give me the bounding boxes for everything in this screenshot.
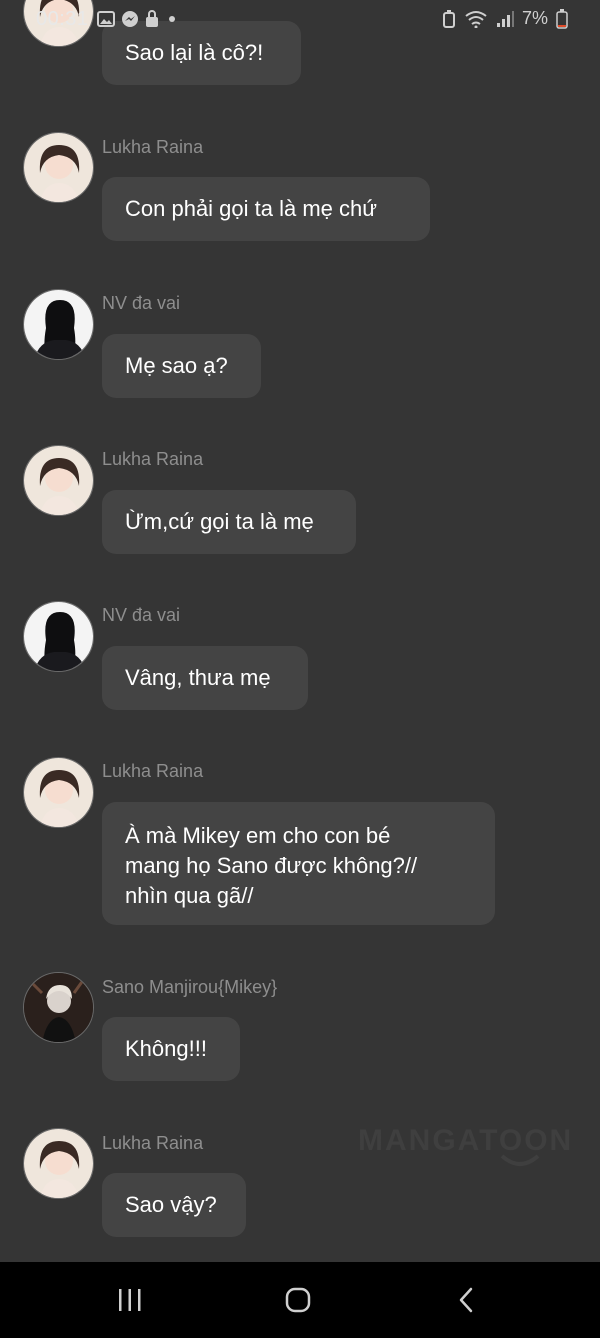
- sender-name: Sano Manjirou{Mikey}: [102, 977, 278, 997]
- back-button[interactable]: [446, 1284, 486, 1316]
- message-text-line: À mà Mikey em cho con bé: [125, 823, 391, 848]
- message-bubble[interactable]: Sao vậy?: [102, 1173, 246, 1237]
- notification-icons: [97, 10, 179, 28]
- wifi-icon: [465, 10, 487, 28]
- recent-apps-button[interactable]: [110, 1284, 150, 1316]
- girl-portrait-avatar[interactable]: [23, 132, 94, 203]
- watermark-logo: MANGATOON: [358, 1124, 574, 1157]
- dot-icon: [169, 16, 175, 22]
- message-bubble[interactable]: Ừm,cứ gọi ta là mẹ: [102, 490, 356, 554]
- sender-name: Lukha Raina: [102, 137, 204, 157]
- mikey-avatar[interactable]: [23, 972, 94, 1043]
- message-text: Con phải gọi ta là mẹ chứ: [125, 196, 377, 221]
- message-text: Vâng, thưa mẹ: [125, 665, 271, 690]
- recent-apps-icon: [119, 1289, 141, 1311]
- lock-icon: [146, 10, 158, 27]
- gallery-icon: [97, 11, 115, 27]
- girl-portrait-avatar[interactable]: [23, 757, 94, 828]
- message-text: Ừm,cứ gọi ta là mẹ: [125, 509, 314, 534]
- silhouette-avatar[interactable]: [23, 601, 94, 672]
- status-time: 00:31: [36, 8, 89, 30]
- sender-name: NV đa vai: [102, 293, 181, 313]
- battery-percent: 7%: [521, 8, 548, 28]
- navigation-bar: [0, 1262, 600, 1338]
- message-bubble[interactable]: Mẹ sao ạ?: [102, 334, 261, 398]
- message-text: Sao lại là cô?!: [125, 40, 264, 65]
- messenger-icon: [122, 11, 138, 27]
- home-icon: [285, 1287, 311, 1313]
- message-bubble[interactable]: Không!!!: [102, 1017, 240, 1081]
- sender-name: NV đa vai: [102, 605, 181, 625]
- silhouette-avatar[interactable]: [23, 289, 94, 360]
- watermark-smile-icon: [500, 1154, 540, 1166]
- home-button[interactable]: [278, 1284, 318, 1316]
- status-right: 7%: [442, 8, 568, 29]
- status-bar: 00:31 7%: [0, 0, 600, 40]
- sender-name: Lukha Raina: [102, 449, 204, 469]
- message-text-line: nhìn qua gã//: [125, 883, 254, 908]
- battery-saver-icon: [442, 9, 455, 28]
- sender-name: Lukha Raina: [102, 761, 204, 781]
- back-icon: [459, 1287, 473, 1313]
- message-text: Sao vậy?: [125, 1192, 217, 1217]
- sender-name: Lukha Raina: [102, 1133, 204, 1153]
- message-bubble[interactable]: Con phải gọi ta là mẹ chứ: [102, 177, 430, 241]
- message-text: Mẹ sao ạ?: [125, 353, 228, 378]
- message-text-line: mang họ Sano được không?//: [125, 853, 418, 878]
- signal-icon: [496, 10, 514, 27]
- battery-icon: [556, 8, 568, 29]
- message-bubble[interactable]: Vâng, thưa mẹ: [102, 646, 308, 710]
- girl-portrait-avatar[interactable]: [23, 445, 94, 516]
- message-bubble[interactable]: À mà Mikey em cho con bé mang họ Sano đư…: [102, 802, 495, 925]
- message-text: Không!!!: [125, 1036, 207, 1061]
- girl-portrait-avatar[interactable]: [23, 1128, 94, 1199]
